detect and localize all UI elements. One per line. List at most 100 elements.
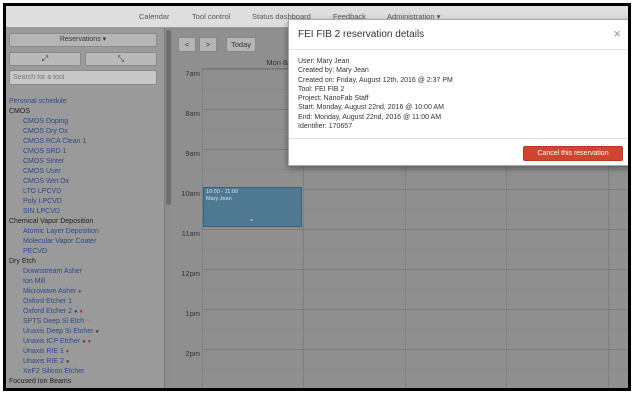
tool-item[interactable]: Unaxis RIE 1 ♦: [6, 347, 158, 357]
today-button[interactable]: Today: [226, 37, 256, 52]
sidebar: Reservations ▾ ⤢ ⤡ Personal schedule CMOS…: [6, 28, 164, 388]
tool-item[interactable]: CMOS SRD 1: [6, 147, 158, 157]
tool-item-label: SIN LPCVD: [23, 208, 60, 215]
detail-user: User: Mary Jean: [298, 58, 350, 65]
tool-item-label: Ion Mill: [23, 278, 46, 285]
tool-item[interactable]: CMOS User: [6, 167, 158, 177]
tool-search-input[interactable]: [9, 70, 157, 85]
tool-item[interactable]: CMOS Doping: [6, 117, 158, 127]
time-label: 10am: [181, 189, 200, 198]
tool-item-label: CMOS Sinter: [23, 158, 65, 165]
detail-project: Project: NanoFab Staff: [298, 95, 369, 103]
tool-item[interactable]: Unaxis ICP Etcher ● ♦: [6, 337, 158, 347]
next-button[interactable]: >: [199, 37, 217, 52]
tool-item-label: Atomic Layer Deposition: [23, 228, 99, 235]
tool-item-label: LTO LPCVD: [23, 188, 62, 195]
tool-item-label: SPTS Deep Si Etch: [23, 318, 85, 325]
tool-item-label: CMOS Dry Ox: [23, 128, 68, 135]
close-icon[interactable]: ×: [613, 26, 621, 41]
modal-title: FEI FIB 2 reservation details: [298, 29, 425, 40]
reservation-event[interactable]: 10:00 - 11:00 Mary Jean =: [203, 187, 302, 227]
tool-item[interactable]: Atomic Layer Deposition: [6, 227, 158, 237]
tool-item[interactable]: Microwave Asher ♦: [6, 287, 158, 297]
tool-item-label: Poly LPCVD: [23, 198, 62, 205]
tool-item[interactable]: Oxford Etcher 2 ● ♦: [6, 307, 158, 317]
hour-line: [202, 229, 628, 230]
prev-button[interactable]: <: [178, 37, 196, 52]
hour-line: [202, 349, 628, 350]
nav-tool-control[interactable]: Tool control: [192, 12, 230, 21]
tool-item[interactable]: CMOS Wet Ox: [6, 177, 158, 187]
tool-item[interactable]: CMOS Sinter: [6, 157, 158, 167]
time-label: 12pm: [181, 269, 200, 278]
tool-item[interactable]: CMOS Dry Ox: [6, 127, 158, 137]
tool-item-label: Downstream Asher: [23, 268, 83, 275]
modal-footer: Cancel this reservation: [289, 138, 628, 167]
category-heading: Focused Ion Beams: [6, 377, 158, 387]
wrench-icon: ✎: [60, 387, 65, 388]
expand-all-button[interactable]: ⤢: [9, 52, 81, 66]
tool-item-label: CMOS Wet Ox: [23, 178, 70, 185]
tool-item[interactable]: XeF2 Silicon Etcher: [6, 367, 158, 377]
tool-item[interactable]: Molecular Vapor Coater: [6, 237, 158, 247]
category-heading: Chemical Vapor Deposition: [6, 217, 158, 227]
tool-item[interactable]: Ion Mill: [6, 277, 158, 287]
collapse-all-button[interactable]: ⤡: [85, 52, 157, 66]
reservations-dropdown-button[interactable]: Reservations ▾: [9, 33, 157, 47]
tool-item[interactable]: Unaxis Deep Si Etcher ●: [6, 327, 158, 337]
tool-item-label: Personal schedule: [9, 98, 67, 105]
tool-item-label: Dry Etch: [9, 258, 36, 265]
fire-icon: ♦: [87, 339, 91, 345]
person-icon: ●: [82, 339, 86, 345]
tool-item[interactable]: CMOS RCA Clean 1: [6, 137, 158, 147]
hour-line: [202, 309, 628, 310]
reservation-details-modal: FEI FIB 2 reservation details × User: Ma…: [288, 19, 628, 167]
tool-item-label: Oxford Etcher 1: [23, 298, 73, 305]
time-label: 11am: [181, 229, 200, 238]
nav-calendar[interactable]: Calendar: [139, 12, 169, 21]
modal-body: User: Mary Jean Created by: Mary Jean Cr…: [298, 57, 618, 131]
tool-item-label: PECVD: [23, 248, 48, 255]
tool-item-label: Molecular Vapor Coater: [23, 238, 97, 245]
time-label: 9am: [185, 149, 200, 158]
personal-schedule-link[interactable]: Personal schedule: [6, 97, 158, 107]
cancel-reservation-button[interactable]: Cancel this reservation: [523, 146, 623, 161]
tool-item-label: CMOS User: [23, 168, 61, 175]
tool-item-label: Unaxis RIE 2: [23, 358, 64, 365]
time-label: 1pm: [185, 309, 200, 318]
sidebar-scrollbar-thumb[interactable]: [166, 30, 171, 205]
collapse-arrows-icon: ⤡: [117, 54, 125, 63]
person-icon: ●: [74, 309, 78, 315]
tool-item[interactable]: Poly LPCVD: [6, 197, 158, 207]
tool-item[interactable]: Oxford Etcher 1: [6, 297, 158, 307]
resize-handle-icon[interactable]: =: [250, 218, 253, 225]
tool-item-label: Focused Ion Beams: [9, 378, 72, 385]
wrench-icon: ✎: [86, 319, 92, 325]
time-label: 7am: [185, 69, 200, 78]
category-heading: Dry Etch: [6, 257, 158, 267]
detail-created-on: Created on: Friday, August 12th, 2016 @ …: [298, 76, 453, 84]
tool-item-label: Microwave Asher: [23, 288, 77, 295]
sidebar-scrollbar[interactable]: [164, 28, 172, 388]
fire-icon: ♦: [65, 349, 69, 355]
detail-tool: Tool: FEI FIB 2: [298, 85, 345, 93]
half-hour-line: [202, 289, 628, 290]
half-hour-line: [202, 169, 628, 170]
person-icon: ●: [95, 329, 100, 335]
tool-item[interactable]: SIN LPCVD: [6, 207, 158, 217]
category-heading: CMOS: [6, 107, 158, 117]
tool-item[interactable]: FEI FIB 1●✎: [6, 387, 158, 388]
tool-item-label: Chemical Vapor Deposition: [9, 218, 94, 225]
tool-item-label: Unaxis RIE 1: [23, 348, 64, 355]
tool-item-label: CMOS RCA Clean 1: [23, 138, 87, 145]
tool-item[interactable]: Unaxis RIE 2 ●: [6, 357, 158, 367]
tool-item[interactable]: PECVD: [6, 247, 158, 257]
tool-item[interactable]: Downstream Asher: [6, 267, 158, 277]
time-label: 2pm: [185, 349, 200, 358]
tool-list: Personal schedule CMOS CMOS Doping CMOS Dry…: [6, 97, 158, 388]
hour-line: [202, 269, 628, 270]
half-hour-line: [202, 369, 628, 370]
tool-item-label: Unaxis Deep Si Etcher: [23, 328, 94, 335]
tool-item[interactable]: SPTS Deep Si Etch ✎: [6, 317, 158, 327]
tool-item[interactable]: LTO LPCVD: [6, 187, 158, 197]
